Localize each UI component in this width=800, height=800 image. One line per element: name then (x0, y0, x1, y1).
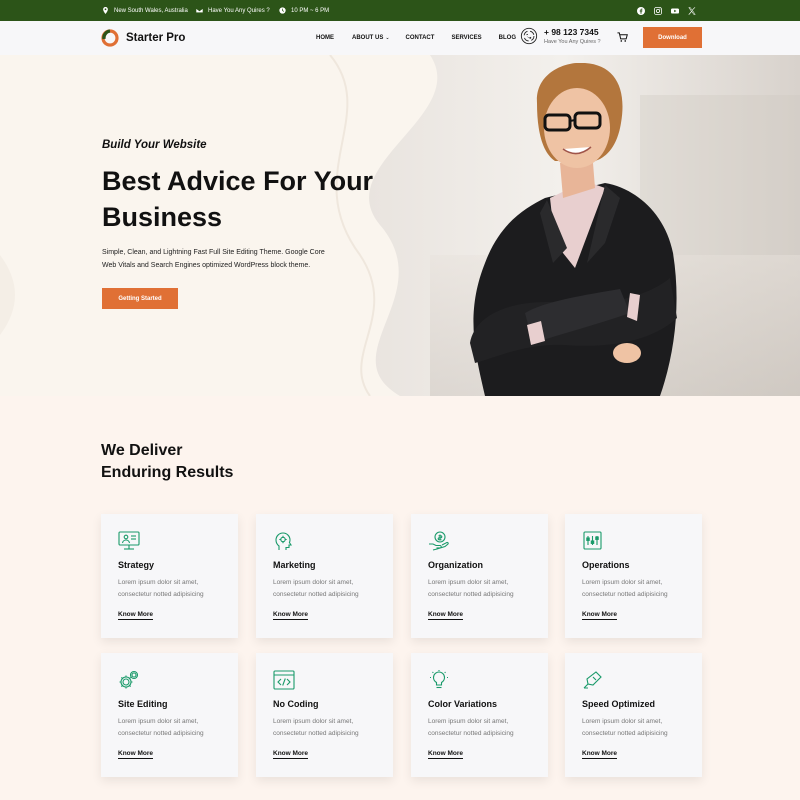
card-description-line1: Lorem ipsum dolor sit amet, (273, 579, 354, 586)
hero-title: Best Advice For Your Business (102, 163, 402, 235)
card-description-line1: Lorem ipsum dolor sit amet, (582, 718, 663, 725)
hero-title-line2: Business (102, 202, 223, 232)
location-info: New South Wales, Australia (102, 0, 188, 21)
know-more-link[interactable]: Know More (582, 750, 618, 759)
card-description-line2: consectetur notted adipisicing (582, 730, 668, 737)
marketing-icon (275, 532, 293, 550)
queries-text: Have You Any Quires ? (208, 7, 270, 14)
top-bar: New South Wales, Australia Have You Any … (0, 0, 800, 21)
phone-contact[interactable]: + 98 123 7345 Have You Any Quires ? (520, 27, 601, 45)
site-logo[interactable]: Starter Pro (101, 29, 185, 47)
getting-started-button[interactable]: Getting Started (102, 288, 178, 309)
card-description: Lorem ipsum dolor sit amet, consectetur … (428, 577, 538, 601)
card-title: Color Variations (428, 699, 498, 709)
chevron-down-icon: ⌄ (385, 35, 390, 41)
gears-icon (119, 670, 139, 689)
card-description-line1: Lorem ipsum dolor sit amet, (118, 718, 199, 725)
card-description-line1: Lorem ipsum dolor sit amet, (582, 579, 663, 586)
card-description-line2: consectetur notted adipisicing (118, 591, 204, 598)
service-card-organization[interactable]: Organization Lorem ipsum dolor sit amet,… (411, 514, 548, 638)
envelope-icon (196, 8, 203, 13)
service-card-operations[interactable]: Operations Lorem ipsum dolor sit amet, c… (565, 514, 702, 638)
know-more-link[interactable]: Know More (118, 611, 154, 620)
card-description: Lorem ipsum dolor sit amet, consectetur … (273, 716, 383, 740)
know-more-link[interactable]: Know More (428, 611, 464, 620)
services-title-line1: We Deliver (101, 442, 183, 459)
youtube-icon[interactable] (671, 7, 679, 15)
card-description-line2: consectetur notted adipisicing (118, 730, 204, 737)
card-title: Site Editing (118, 699, 168, 709)
card-description-line1: Lorem ipsum dolor sit amet, (118, 579, 199, 586)
hero-subtitle: Build Your Website (102, 139, 207, 151)
facebook-icon[interactable] (637, 6, 645, 15)
service-card-speed-optimized[interactable]: Speed Optimized Lorem ipsum dolor sit am… (565, 653, 702, 777)
services-section: We Deliver Enduring Results Strategy Lor… (0, 396, 800, 800)
card-description-line1: Lorem ipsum dolor sit amet, (428, 718, 509, 725)
hero-title-line1: Best Advice For Your (102, 166, 374, 196)
card-description-line2: consectetur notted adipisicing (428, 591, 514, 598)
social-links (637, 0, 696, 21)
nav-blog[interactable]: BLOG (499, 35, 516, 41)
card-description-line1: Lorem ipsum dolor sit amet, (273, 718, 354, 725)
know-more-link[interactable]: Know More (273, 611, 309, 620)
card-description: Lorem ipsum dolor sit amet, consectetur … (582, 716, 692, 740)
organization-icon (429, 531, 449, 551)
download-button[interactable]: Download (643, 27, 702, 48)
card-description: Lorem ipsum dolor sit amet, consectetur … (118, 716, 228, 740)
businesswoman-photo (470, 63, 677, 396)
card-title: Strategy (118, 560, 155, 570)
nav-contact[interactable]: CONTACT (406, 35, 435, 41)
strategy-icon (118, 531, 140, 550)
services-title: We Deliver Enduring Results (101, 440, 233, 484)
nav-services[interactable]: SERVICES (451, 35, 481, 41)
brand-name: Starter Pro (126, 32, 186, 44)
phone-subtext: Have You Any Quires ? (544, 39, 601, 45)
card-description-line2: consectetur notted adipisicing (428, 730, 514, 737)
code-icon (273, 670, 295, 690)
nav-home[interactable]: HOME (316, 35, 334, 41)
service-card-no-coding[interactable]: No Coding Lorem ipsum dolor sit amet, co… (256, 653, 393, 777)
queries-info: Have You Any Quires ? (196, 0, 270, 21)
service-card-color-variations[interactable]: Color Variations Lorem ipsum dolor sit a… (411, 653, 548, 777)
lightbulb-icon (430, 670, 448, 689)
nav-about-us[interactable]: ABOUT US (352, 35, 383, 41)
location-pin-icon (103, 7, 108, 14)
card-description-line1: Lorem ipsum dolor sit amet, (428, 579, 509, 586)
speed-icon (583, 671, 602, 689)
cart-icon[interactable] (617, 32, 628, 43)
card-description-line2: consectetur notted adipisicing (582, 591, 668, 598)
hero-description: Simple, Clean, and Lightning Fast Full S… (102, 249, 325, 269)
card-description: Lorem ipsum dolor sit amet, consectetur … (273, 577, 383, 601)
hours-info: 10 PM ~ 6 PM (279, 0, 329, 21)
hero-section: Build Your Website Best Advice For Your … (0, 55, 800, 396)
card-title: Operations (582, 560, 630, 570)
know-more-link[interactable]: Know More (582, 611, 618, 620)
card-description-line2: consectetur notted adipisicing (273, 730, 359, 737)
know-more-link[interactable]: Know More (273, 750, 309, 759)
services-title-line2: Enduring Results (101, 464, 234, 481)
phone-number: + 98 123 7345 (544, 27, 599, 37)
phone-call-icon (520, 27, 538, 45)
x-icon[interactable] (688, 6, 696, 15)
card-title: Organization (428, 560, 484, 570)
card-description-line2: consectetur notted adipisicing (273, 591, 359, 598)
hours-text: 10 PM ~ 6 PM (291, 7, 330, 14)
service-card-strategy[interactable]: Strategy Lorem ipsum dolor sit amet, con… (101, 514, 238, 638)
card-description: Lorem ipsum dolor sit amet, consectetur … (428, 716, 538, 740)
location-text: New South Wales, Australia (114, 7, 188, 14)
card-description: Lorem ipsum dolor sit amet, consectetur … (118, 577, 228, 601)
logo-mark-icon (101, 29, 119, 47)
card-title: Marketing (273, 560, 316, 570)
operations-icon (583, 531, 602, 550)
service-card-site-editing[interactable]: Site Editing Lorem ipsum dolor sit amet,… (101, 653, 238, 777)
know-more-link[interactable]: Know More (428, 750, 464, 759)
card-description: Lorem ipsum dolor sit amet, consectetur … (582, 577, 692, 601)
instagram-icon[interactable] (654, 6, 662, 15)
card-title: No Coding (273, 699, 319, 709)
card-title: Speed Optimized (582, 699, 656, 709)
main-nav: HOME ABOUT US ⌄ CONTACT SERVICES BLOG (316, 21, 516, 55)
clock-icon (279, 7, 286, 14)
know-more-link[interactable]: Know More (118, 750, 154, 759)
service-card-marketing[interactable]: Marketing Lorem ipsum dolor sit amet, co… (256, 514, 393, 638)
